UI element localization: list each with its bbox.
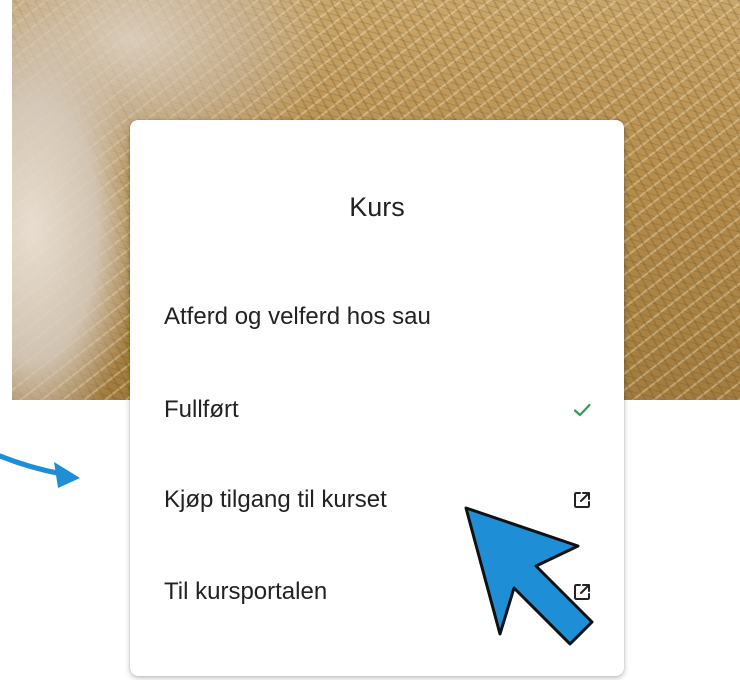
arrow-icon [0, 453, 80, 488]
course-name: Atferd og velferd hos sau [164, 303, 431, 330]
status-label: Fullført [164, 396, 239, 423]
card-title: Kurs [349, 192, 405, 222]
course-page: Kurs Atferd og velferd hos sau Fullført … [0, 0, 740, 680]
buy-access-link[interactable]: Kjøp tilgang til kurset [164, 480, 594, 520]
check-icon [570, 398, 594, 422]
course-name-row: Atferd og velferd hos sau [164, 297, 594, 337]
course-menu-card: Kurs Atferd og velferd hos sau Fullført … [130, 120, 624, 676]
portal-label: Til kursportalen [164, 578, 328, 605]
status-row: Fullført [164, 390, 594, 430]
buy-access-label: Kjøp tilgang til kurset [164, 486, 387, 513]
portal-link[interactable]: Til kursportalen [164, 572, 594, 612]
external-link-icon [570, 580, 594, 604]
external-link-icon [570, 488, 594, 512]
